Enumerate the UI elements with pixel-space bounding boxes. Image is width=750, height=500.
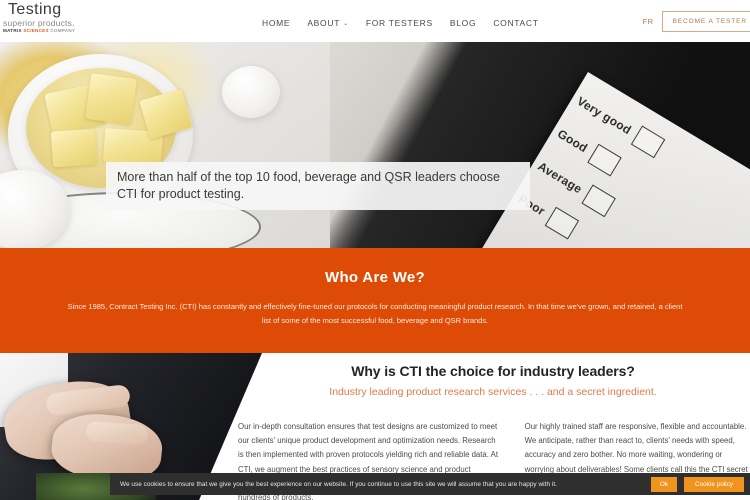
language-toggle-fr[interactable]: FR bbox=[643, 17, 654, 26]
cheese-cube bbox=[50, 128, 98, 168]
cookie-consent-banner: We use cookies to ensure that we give yo… bbox=[110, 473, 750, 495]
cookie-policy-button[interactable]: Cookie policy bbox=[683, 476, 744, 492]
nav-label-for-testers: FOR TESTERS bbox=[365, 18, 433, 28]
chevron-down-icon: ⌄ bbox=[343, 20, 349, 27]
survey-label-good: Good bbox=[555, 126, 591, 156]
become-a-tester-button[interactable]: BECOME A TESTER bbox=[661, 11, 750, 32]
main-navigation: HOME ABOUT ⌄ FOR TESTERS BLOG CONTACT bbox=[262, 18, 539, 28]
why-cti-subtitle: Industry leading product research servic… bbox=[329, 386, 657, 398]
logo-parent-matrix: MATRIX bbox=[3, 28, 22, 33]
who-are-we-section: Who Are We? Since 1985, Contract Testing… bbox=[0, 248, 750, 353]
finger-shape bbox=[85, 420, 149, 446]
logo-parent-company-word: COMPANY bbox=[50, 28, 76, 33]
hero-image-cheese-bowls bbox=[0, 42, 330, 248]
nav-label-contact: CONTACT bbox=[493, 18, 539, 28]
nav-item-for-testers[interactable]: FOR TESTERS bbox=[366, 18, 433, 28]
cheese-cube bbox=[85, 73, 137, 125]
who-are-we-body: Since 1985, Contract Testing Inc. (CTI) … bbox=[67, 302, 683, 325]
nav-item-about[interactable]: ABOUT ⌄ bbox=[307, 18, 349, 28]
who-are-we-title: Who Are We? bbox=[325, 269, 425, 286]
why-cti-title: Why is CTI the choice for industry leade… bbox=[351, 363, 635, 379]
nav-item-contact[interactable]: CONTACT bbox=[493, 18, 538, 28]
site-header: Testing superior products. MATRIX SCIENC… bbox=[0, 0, 750, 42]
why-cti-content: Why is CTI the choice for industry leade… bbox=[238, 363, 750, 500]
survey-checkbox bbox=[630, 125, 666, 159]
nav-label-blog: BLOG bbox=[449, 18, 477, 28]
nav-label-about: ABOUT bbox=[307, 18, 341, 28]
header-actions: FR BECOME A TESTER bbox=[643, 11, 750, 32]
nav-item-home[interactable]: HOME bbox=[262, 18, 290, 28]
hero-headline-card: More than half of the top 10 food, bever… bbox=[106, 162, 530, 210]
site-logo[interactable]: Testing superior products. MATRIX SCIENC… bbox=[2, 2, 122, 40]
survey-checkbox bbox=[581, 184, 616, 218]
survey-label-average: Average bbox=[535, 159, 585, 197]
why-cti-heading-group: Why is CTI the choice for industry leade… bbox=[263, 363, 723, 398]
nav-item-blog[interactable]: BLOG bbox=[450, 18, 476, 28]
cookie-message: We use cookies to ensure that we give yo… bbox=[120, 480, 558, 488]
hero-headline-text: More than half of the top 10 food, bever… bbox=[117, 170, 500, 201]
logo-tagline: superior products. bbox=[3, 18, 75, 28]
survey-checkbox bbox=[544, 206, 579, 240]
nav-label-home: HOME bbox=[262, 18, 291, 28]
logo-parent-sciences: SCIENCES bbox=[23, 28, 49, 33]
logo-wordmark: Testing bbox=[8, 1, 62, 18]
hero-section: Very good Good Average Poor More than ha… bbox=[0, 42, 750, 248]
survey-label-very-good: Very good bbox=[574, 93, 634, 138]
survey-checkbox bbox=[586, 143, 622, 177]
hero-background-image: Very good Good Average Poor bbox=[0, 42, 750, 248]
logo-parent-company: MATRIX SCIENCES COMPANY bbox=[2, 28, 122, 34]
bowl-background bbox=[222, 66, 280, 118]
cookie-ok-button[interactable]: Ok bbox=[650, 476, 677, 492]
